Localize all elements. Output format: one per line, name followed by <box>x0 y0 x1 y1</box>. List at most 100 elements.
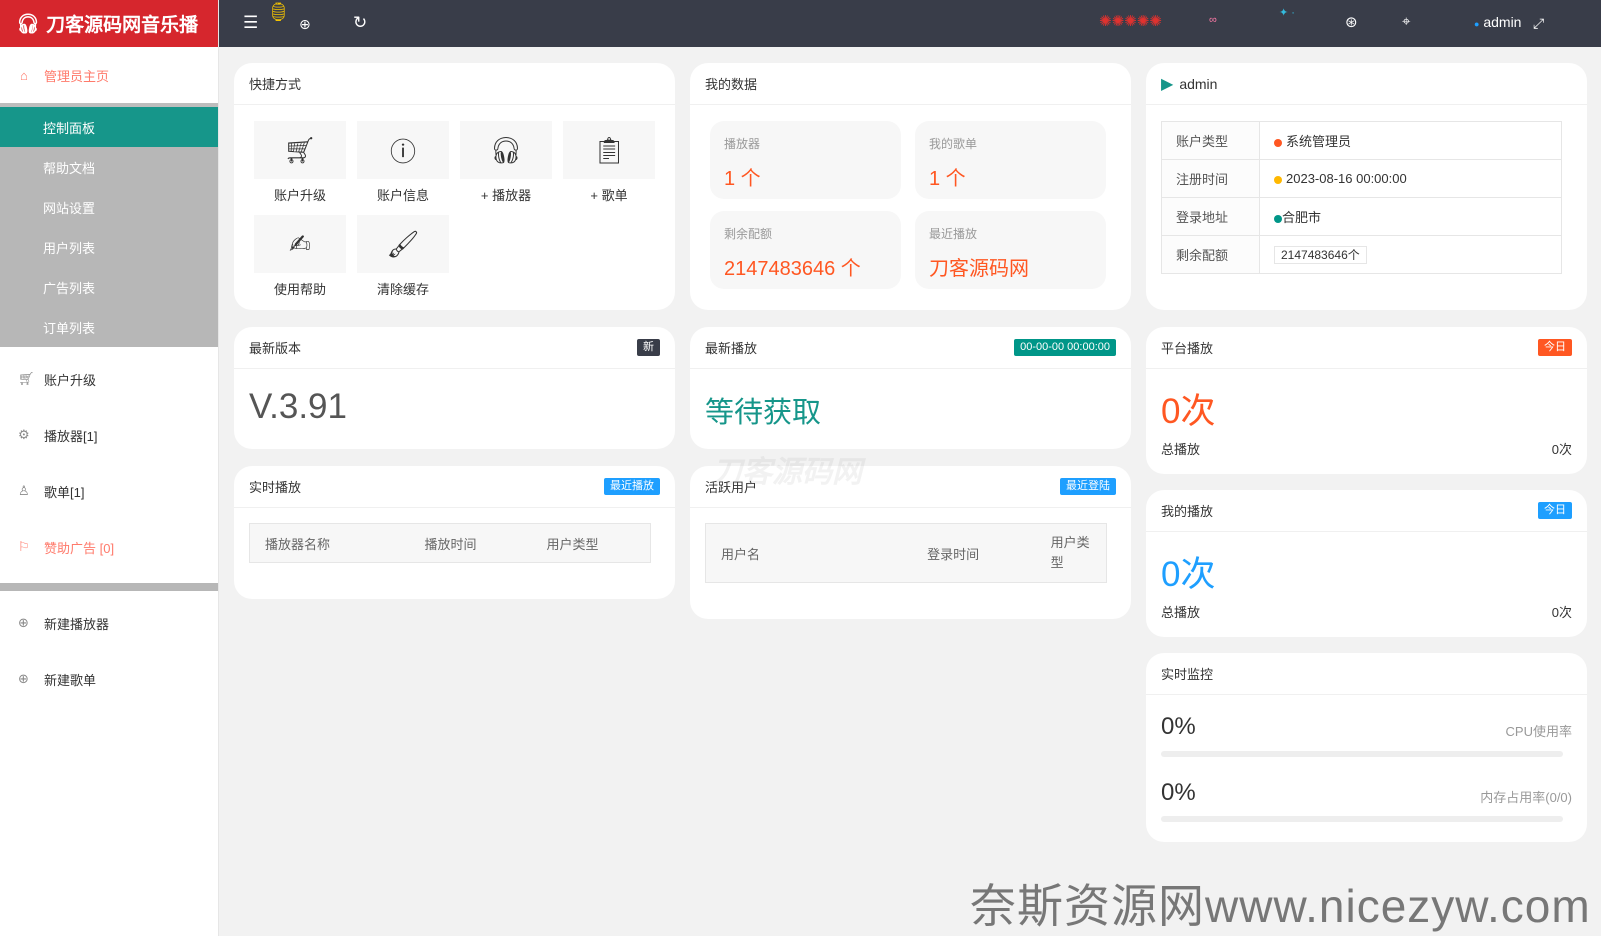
card-header: 平台播放 今日 <box>1146 327 1587 369</box>
shortcut-label: + 歌单 <box>590 188 628 203</box>
sidebar-item-site-settings[interactable]: 网站设置 <box>0 187 218 227</box>
sidebar-item-label: 订单列表 <box>43 320 96 336</box>
watermark-text: 奈斯资源网www.nicezyw.com <box>970 880 1591 932</box>
cart-icon: 🛒︎ <box>18 371 35 386</box>
stat-label: 最近播放 <box>929 227 978 241</box>
shortcut-label: + 播放器 <box>480 188 532 203</box>
stat-value: 2147483646 个 <box>724 258 861 280</box>
shortcut-help[interactable]: ✍ 使用帮助 <box>254 215 346 298</box>
info-value-cell: 2147483646个 <box>1259 235 1562 274</box>
user-menu[interactable]: ● admin <box>1474 14 1521 30</box>
tag-icon[interactable]: ⌖ <box>1402 13 1410 30</box>
sidebar-item-order-list[interactable]: 订单列表 <box>0 307 218 347</box>
stat-playlists[interactable]: 我的歌单 1 个 <box>915 121 1106 199</box>
lantern-icon: 🏮︎ <box>267 2 290 22</box>
sidebar-item-label: 播放器[1] <box>44 428 98 444</box>
total-label: 总播放 <box>1161 605 1201 620</box>
clipboard-icon: 📋︎ <box>563 121 655 179</box>
shortcut-clear-cache[interactable]: 🖌︎ 清除缓存 <box>357 215 449 298</box>
info-value: 2147483646个 <box>1274 246 1367 264</box>
user-icon: ♙ <box>18 483 30 498</box>
sidebar-item-ad-list[interactable]: 广告列表 <box>0 267 218 307</box>
gear-icon: ⚙ <box>18 427 30 442</box>
status-badge: 新 <box>637 339 660 356</box>
sidebar-item-label: 帮助文档 <box>43 160 96 176</box>
top-header: ☰ 🏮︎ ⊕ ↻ ✺✺✺✺✺ ∞ ✦ · ⊛ ⌖ ● admin ⤢ <box>219 0 1601 47</box>
account-info-table: 账户类型 系统管理员 注册时间 2023-08-16 00:00:00 登录地址… <box>1161 121 1562 274</box>
card-title: 实时监控 <box>1161 667 1214 682</box>
memory-value: 0% <box>1161 779 1196 806</box>
version-card: 最新版本 新 V.3.91 <box>234 327 675 449</box>
card-header: 最新版本 新 <box>234 327 675 369</box>
app-logo[interactable]: 🎧︎ 刀客源码网音乐播 <box>0 0 218 47</box>
shortcut-label: 使用帮助 <box>273 282 326 297</box>
stat-label: 我的歌单 <box>929 137 978 151</box>
sidebar-item-new-player[interactable]: ⊕ 新建播放器 <box>0 595 218 651</box>
status-badge: 今日 <box>1538 339 1572 356</box>
sidebar-item-label: 新建播放器 <box>44 616 110 632</box>
stat-label: 剩余配额 <box>724 227 773 241</box>
sidebar-item-players[interactable]: ⚙ 播放器[1] <box>0 407 218 463</box>
card-header: ▶ admin <box>1146 63 1587 105</box>
sidebar-item-help-docs[interactable]: 帮助文档 <box>0 147 218 187</box>
info-value-cell: 系统管理员 <box>1259 121 1562 160</box>
sidebar-item-label: 控制面板 <box>43 120 96 136</box>
stat-label: 播放器 <box>724 137 761 151</box>
table-row: 剩余配额 2147483646个 <box>1161 235 1562 274</box>
info-key: 账户类型 <box>1161 121 1260 160</box>
plus-circle-icon: ⊕ <box>18 671 29 686</box>
sidebar-item-new-playlist[interactable]: ⊕ 新建歌单 <box>0 651 218 707</box>
cpu-value: 0% <box>1161 713 1196 740</box>
sidebar-item-dashboard[interactable]: 控制面板 <box>0 107 218 147</box>
table-header-row: 用户名 登录时间 用户类型 <box>705 523 1107 583</box>
shortcut-add-playlist[interactable]: 📋︎ + 歌单 <box>563 121 655 204</box>
sidebar-item-upgrade[interactable]: 🛒︎ 账户升级 <box>0 351 218 407</box>
sidebar-item-sponsor-ads[interactable]: ⚐ 赞助广告 [0] <box>0 519 218 575</box>
shortcut-upgrade[interactable]: 🛒︎ 账户升级 <box>254 121 346 204</box>
latest-play-value: 等待获取 <box>705 397 822 429</box>
realtime-monitor-card: 实时监控 0% CPU使用率 0% 内存占用率(0/0) <box>1146 653 1587 842</box>
info-icon: ⓘ <box>357 121 449 179</box>
my-data-card: 我的数据 播放器 1 个 我的歌单 1 个 剩余配额 2147483646 个 … <box>690 63 1131 310</box>
stat-value: 1 个 <box>929 168 966 190</box>
user-name: admin <box>1483 14 1522 30</box>
card-title: 实时播放 <box>249 480 302 495</box>
latest-play-card: 最新播放 00-00-00 00:00:00 等待获取 <box>690 327 1131 449</box>
gamepad-icon[interactable]: ⊛ <box>1345 13 1358 31</box>
status-badge: 最近播放 <box>604 478 660 495</box>
stat-recent-play[interactable]: 最近播放 刀客源码网 <box>915 211 1106 289</box>
total-value: 0次 <box>1551 605 1572 620</box>
card-header: 快捷方式 <box>234 63 675 105</box>
sidebar-item-user-list[interactable]: 用户列表 <box>0 227 218 267</box>
shortcut-account-info[interactable]: ⓘ 账户信息 <box>357 121 449 204</box>
sidebar-item-label: 网站设置 <box>43 200 96 216</box>
stat-value: 1 个 <box>724 168 761 190</box>
cpu-label: CPU使用率 <box>1505 724 1572 739</box>
headphones-icon: 🎧︎ <box>460 121 552 179</box>
account-card: ▶ admin 账户类型 系统管理员 注册时间 2023-08-16 00:00… <box>1146 63 1587 310</box>
info-key: 登录地址 <box>1161 197 1260 236</box>
play-logo-icon: ▶ <box>1161 75 1174 93</box>
confetti-icon: ∞ <box>1209 14 1217 26</box>
sidebar-item-label: 管理员主页 <box>44 68 110 84</box>
sidebar-item-playlists[interactable]: ♙ 歌单[1] <box>0 463 218 519</box>
info-value: 2023-08-16 00:00:00 <box>1286 171 1407 186</box>
sidebar-item-label: 用户列表 <box>43 240 96 256</box>
sidebar-divider <box>0 583 218 591</box>
table-header-row: 播放器名称 播放时间 用户类型 <box>249 523 651 563</box>
card-header: 最新播放 00-00-00 00:00:00 <box>690 327 1131 369</box>
table-row: 账户类型 系统管理员 <box>1161 121 1562 160</box>
stat-players[interactable]: 播放器 1 个 <box>710 121 901 199</box>
globe-icon[interactable]: ⊕ <box>299 16 311 33</box>
shortcut-add-player[interactable]: 🎧︎ + 播放器 <box>460 121 552 204</box>
sidebar-item-home[interactable]: ⌂ 管理员主页 <box>0 47 218 103</box>
fullscreen-icon[interactable]: ⤢ <box>1533 15 1544 32</box>
stat-quota[interactable]: 剩余配额 2147483646 个 <box>710 211 901 289</box>
table-row: 注册时间 2023-08-16 00:00:00 <box>1161 159 1562 198</box>
card-title: 快捷方式 <box>249 77 302 92</box>
menu-toggle-icon[interactable]: ☰ <box>243 13 258 33</box>
sidebar: 🎧︎ 刀客源码网音乐播 ⌂ 管理员主页 控制面板 帮助文档 网站设置 用户列表 … <box>0 0 219 936</box>
shortcut-label: 清除缓存 <box>376 282 429 297</box>
refresh-icon[interactable]: ↻ <box>353 13 367 33</box>
plus-circle-icon: ⊕ <box>18 615 29 630</box>
